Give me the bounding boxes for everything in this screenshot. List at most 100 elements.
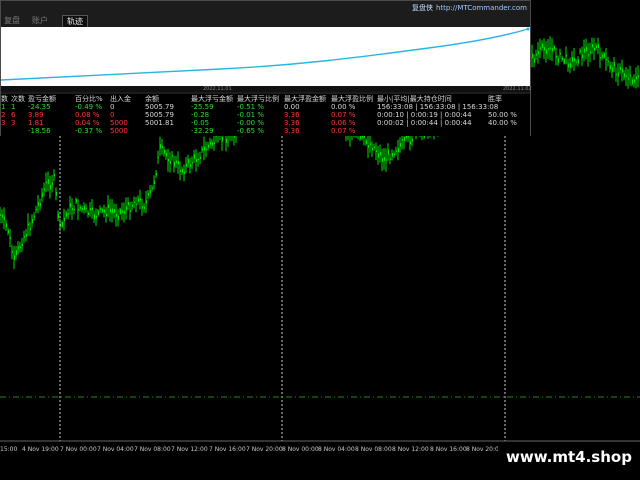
candle-body <box>403 137 405 141</box>
candle-body <box>575 61 577 63</box>
candle-body <box>65 212 67 217</box>
candle-body <box>201 148 203 151</box>
curve-date-end: 2022.11.02 <box>503 86 532 92</box>
candle-body <box>579 50 581 53</box>
candle-body <box>127 202 129 205</box>
row-4-col-pct: -0.37 % <box>75 127 102 135</box>
row-4-col-max-float-loss-pct: -0.65 % <box>237 127 264 135</box>
candle-body <box>43 188 45 191</box>
candle-body <box>143 206 145 209</box>
candle-body <box>191 162 193 164</box>
candle-body <box>121 210 123 213</box>
row-2-col-max-float-loss-pct: -0.01 % <box>237 111 264 119</box>
tab-trajectory[interactable]: 轨迹 <box>62 15 88 27</box>
header-col-hold-time: 最小|平均|最大持仓时间 <box>377 95 452 103</box>
candle-body <box>171 155 173 157</box>
candle-body <box>373 146 375 149</box>
candle-body <box>369 143 371 145</box>
candle-body <box>393 153 395 156</box>
row-3-col-max-float-profit-pct: 0.06 % <box>331 119 356 127</box>
candle-body <box>605 58 607 61</box>
row-3-col-pl: 1.81 <box>28 119 44 127</box>
candle-body <box>635 76 637 80</box>
candle-body <box>47 179 49 184</box>
candle-body <box>601 54 603 58</box>
candle-body <box>161 145 163 148</box>
row-4-col-max-float-profit-pct: 0.07 % <box>331 127 356 135</box>
candle-body <box>179 169 181 172</box>
candle-body <box>11 251 13 253</box>
tab-review[interactable]: 复盘 <box>4 15 20 26</box>
candle-body <box>197 158 199 161</box>
curve-date-start: 2022.11.01 <box>203 86 232 92</box>
candle-body <box>189 164 191 168</box>
candle-body <box>125 206 127 211</box>
tab-account[interactable]: 账户 <box>32 15 48 26</box>
candle-body <box>603 53 605 58</box>
candle-body <box>545 49 547 55</box>
candle-body <box>629 74 631 77</box>
row-3-col-flow: 5000 <box>110 119 128 127</box>
candle-body <box>107 204 109 209</box>
candle-body <box>71 208 73 211</box>
candle-body <box>159 144 161 149</box>
candle-body <box>209 141 211 145</box>
x-tick-label: 7 Nov 00:00 <box>60 446 97 453</box>
candle-body <box>139 198 141 201</box>
candle-body <box>77 208 79 211</box>
candle-body <box>409 141 411 145</box>
candle-body <box>15 250 17 256</box>
candle-body <box>377 153 379 158</box>
candle-body <box>141 206 143 209</box>
candle-body <box>593 47 595 51</box>
brand: 复盘侠 http://MTCommander.com <box>412 3 527 13</box>
row-3-col-max-float-loss: -0.05 <box>191 119 210 127</box>
candle-body <box>195 159 197 162</box>
candle-body <box>363 135 365 139</box>
candle-body <box>105 213 107 217</box>
header-col-count: 次数 <box>11 95 25 103</box>
row-3-col-max-float-profit: 3.36 <box>284 119 300 127</box>
candle-body <box>553 46 555 50</box>
candle-body <box>617 72 619 77</box>
brand-url[interactable]: http://MTCommander.com <box>436 4 527 12</box>
candle-body <box>175 160 177 163</box>
row-2-col-balance: 5005.79 <box>145 111 174 119</box>
row-1-col-max-float-loss-pct: -0.51 % <box>237 103 264 111</box>
row-3-col-winrate: 40.00 % <box>488 119 517 127</box>
candle-body <box>587 54 589 56</box>
candle-body <box>621 68 623 73</box>
candle-body <box>549 47 551 49</box>
candle-body <box>55 191 57 196</box>
candle-body <box>627 77 629 80</box>
row-1-col-flow: 0 <box>110 103 115 111</box>
candle-body <box>115 213 117 217</box>
row-2-col-flow: 0 <box>110 111 115 119</box>
candle-body <box>73 208 75 211</box>
candle-body <box>389 158 391 160</box>
candle-body <box>387 149 389 155</box>
row-1-col-pl: -24.35 <box>28 103 51 111</box>
candle-body <box>81 207 83 211</box>
candle-body <box>383 157 385 161</box>
watermark: www.mt4.shop <box>498 446 640 468</box>
row-1-col-count: 1 <box>11 103 16 111</box>
candle-body <box>577 59 579 64</box>
header-col-balance: 余额 <box>145 95 159 103</box>
candle-body <box>213 142 215 144</box>
candle-body <box>153 180 155 185</box>
candle-body <box>85 207 87 209</box>
candle-body <box>385 159 387 161</box>
tab-bar: 复盘 账户 轨迹 <box>1 15 532 27</box>
candle-body <box>163 149 165 154</box>
candle-body <box>123 211 125 215</box>
candle-body <box>5 223 7 228</box>
row-2-col-winrate: 50.00 % <box>488 111 517 119</box>
x-tick-label: 8 Nov 00:00 <box>282 446 319 453</box>
candle-body <box>167 159 169 162</box>
candle-body <box>25 234 27 237</box>
row-1-col-id: 1 <box>1 103 6 111</box>
candle-body <box>569 63 571 68</box>
candle-body <box>581 54 583 59</box>
candle-body <box>41 192 43 198</box>
